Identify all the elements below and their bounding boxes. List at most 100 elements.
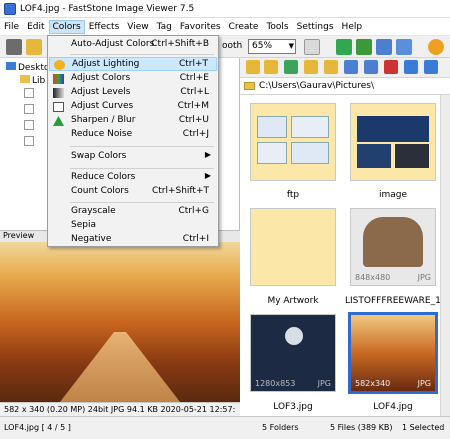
menu-bar: File Edit Colors Effects View Tag Favori… (0, 18, 450, 36)
menu-item-sepia[interactable]: Sepia (49, 219, 217, 233)
app-icon (4, 2, 16, 15)
printer-icon[interactable] (6, 39, 22, 55)
back-icon[interactable] (246, 60, 260, 74)
expand-icon[interactable] (24, 88, 34, 98)
menu-edit[interactable]: Edit (23, 20, 48, 34)
menu-item-shortcut: Ctrl+I (182, 234, 209, 244)
image-info: 582 x 340 (0.20 MP) 24bit JPG 94.1 KB 20… (0, 402, 240, 416)
menu-item-reduce-colors[interactable]: Reduce Colors ▶ (49, 171, 217, 185)
grid-view-icon[interactable] (404, 60, 418, 74)
fit-icon[interactable] (336, 39, 352, 55)
menu-tools[interactable]: Tools (262, 20, 292, 34)
menu-item-reduce-noise[interactable]: Reduce Noise Ctrl+J (49, 128, 217, 142)
folder-preview-icon (257, 142, 287, 164)
menu-settings[interactable]: Settings (293, 20, 338, 34)
menu-item-label: Sepia (71, 220, 96, 230)
menu-item-adjust-lighting[interactable]: Adjust Lighting Ctrl+T (49, 57, 217, 71)
menu-item-adjust-levels[interactable]: Adjust Levels Ctrl+L (49, 86, 217, 100)
menu-view[interactable]: View (123, 20, 152, 34)
menu-help[interactable]: Help (338, 20, 367, 34)
status-file: LOF4.jpg [ 4 / 5 ] (4, 423, 71, 432)
thumbnail-label: LOF4.jpg (373, 402, 413, 412)
menu-item-auto-adjust-colors[interactable]: Auto-Adjust Colors Ctrl+Shift+B (49, 38, 217, 52)
thumbnail-listoffreeware[interactable]: 848x480 JPG (350, 208, 436, 286)
menu-item-shortcut: Ctrl+E (179, 73, 209, 83)
menu-item-shortcut: Ctrl+Shift+T (151, 186, 209, 196)
menu-item-adjust-colors[interactable]: Adjust Colors Ctrl+E (49, 72, 217, 86)
tree-item-libraries[interactable]: Lib (20, 75, 45, 86)
slideshow-icon[interactable] (376, 39, 392, 55)
forward-icon[interactable] (264, 60, 278, 74)
image-dimensions: 848x480 (355, 273, 391, 282)
menu-item-label: Auto-Adjust Colors (71, 39, 155, 49)
folder-preview-icon (357, 116, 429, 142)
up-folder-icon[interactable] (284, 60, 298, 74)
fullscreen-icon[interactable] (396, 39, 412, 55)
image-type: JPG (417, 379, 431, 388)
settings-gear-icon[interactable] (428, 39, 444, 55)
folder-preview-icon (291, 116, 329, 138)
thumbnail-size-icon[interactable] (424, 60, 438, 74)
copy-icon[interactable] (344, 60, 358, 74)
preview-image-detail (60, 332, 180, 402)
menu-item-shortcut: Ctrl+T (178, 59, 208, 69)
thumbnail-image[interactable] (350, 103, 436, 181)
folder-preview-icon (257, 116, 287, 138)
menu-file[interactable]: File (0, 20, 23, 34)
image-type: JPG (317, 379, 331, 388)
image-dimensions: 582x340 (355, 379, 391, 388)
thumbnail-lof4[interactable]: 582x340 JPG (348, 312, 438, 394)
thumbnail-lof3[interactable]: 1280x853 JPG (250, 314, 336, 392)
sun-icon (54, 60, 65, 70)
path-bar[interactable]: C:\Users\Gaurav\Pictures\ (240, 78, 450, 95)
window-title: LOF4.jpg - FastStone Image Viewer 7.5 (20, 3, 195, 14)
menu-item-label: Adjust Curves (71, 101, 134, 111)
status-bar: LOF4.jpg [ 4 / 5 ] 5 Folders 5 Files (38… (0, 416, 450, 439)
vertical-scrollbar[interactable] (440, 95, 450, 416)
move-icon[interactable] (364, 60, 378, 74)
menu-item-sharpen-blur[interactable]: Sharpen / Blur Ctrl+U (49, 114, 217, 128)
delete-icon[interactable] (384, 60, 398, 74)
folder-preview-icon (357, 144, 391, 168)
menu-item-shortcut: Ctrl+G (178, 206, 209, 216)
menu-effects[interactable]: Effects (85, 20, 124, 34)
thumbnail-my-artwork[interactable] (250, 208, 336, 286)
path-text: C:\Users\Gaurav\Pictures\ (259, 81, 375, 91)
menu-item-label: Grayscale (71, 206, 116, 216)
hand-tool-icon[interactable] (304, 39, 320, 55)
status-folders: 5 Folders (262, 423, 299, 432)
zoom-select[interactable]: 65% ▼ (248, 39, 296, 54)
menu-item-label: Swap Colors (71, 151, 127, 161)
menu-colors[interactable]: Colors (48, 19, 85, 34)
tree-item-desktop[interactable]: Deskto (6, 62, 49, 73)
folder-preview-icon (291, 142, 329, 164)
actual-size-icon[interactable] (356, 39, 372, 55)
tree-label-desktop: Deskto (18, 63, 50, 73)
menu-item-shortcut: Ctrl+J (182, 129, 209, 139)
menu-item-adjust-curves[interactable]: Adjust Curves Ctrl+M (49, 100, 217, 114)
smooth-label: ooth (222, 41, 243, 51)
desktop-icon (6, 62, 16, 70)
expand-icon[interactable] (24, 136, 34, 146)
thumbnail-ftp[interactable] (250, 103, 336, 181)
menu-item-count-colors[interactable]: Count Colors Ctrl+Shift+T (49, 185, 217, 199)
expand-icon[interactable] (24, 120, 34, 130)
levels-icon (53, 88, 64, 98)
menu-tag[interactable]: Tag (153, 20, 176, 34)
menu-item-swap-colors[interactable]: Swap Colors ▶ (49, 150, 217, 164)
expand-icon[interactable] (24, 104, 34, 114)
folder-icon[interactable] (304, 60, 318, 74)
menu-item-negative[interactable]: Negative Ctrl+I (49, 233, 217, 247)
zoom-value: 65% (252, 41, 273, 51)
menu-item-shortcut: Ctrl+U (178, 115, 209, 125)
menu-favorites[interactable]: Favorites (176, 20, 225, 34)
menu-item-grayscale[interactable]: Grayscale Ctrl+G (49, 205, 217, 219)
menu-create[interactable]: Create (225, 20, 263, 34)
open-folder-icon[interactable] (26, 39, 42, 55)
sharpen-icon (53, 116, 64, 126)
submenu-arrow-icon: ▶ (204, 171, 211, 180)
thumbnail-label: LISTOFFFREEWARE_1.... (345, 296, 441, 306)
thumbnail-browser: C:\Users\Gaurav\Pictures\ ftp image My A… (240, 58, 450, 416)
new-folder-icon[interactable] (324, 60, 338, 74)
menu-item-label: Count Colors (71, 186, 129, 196)
